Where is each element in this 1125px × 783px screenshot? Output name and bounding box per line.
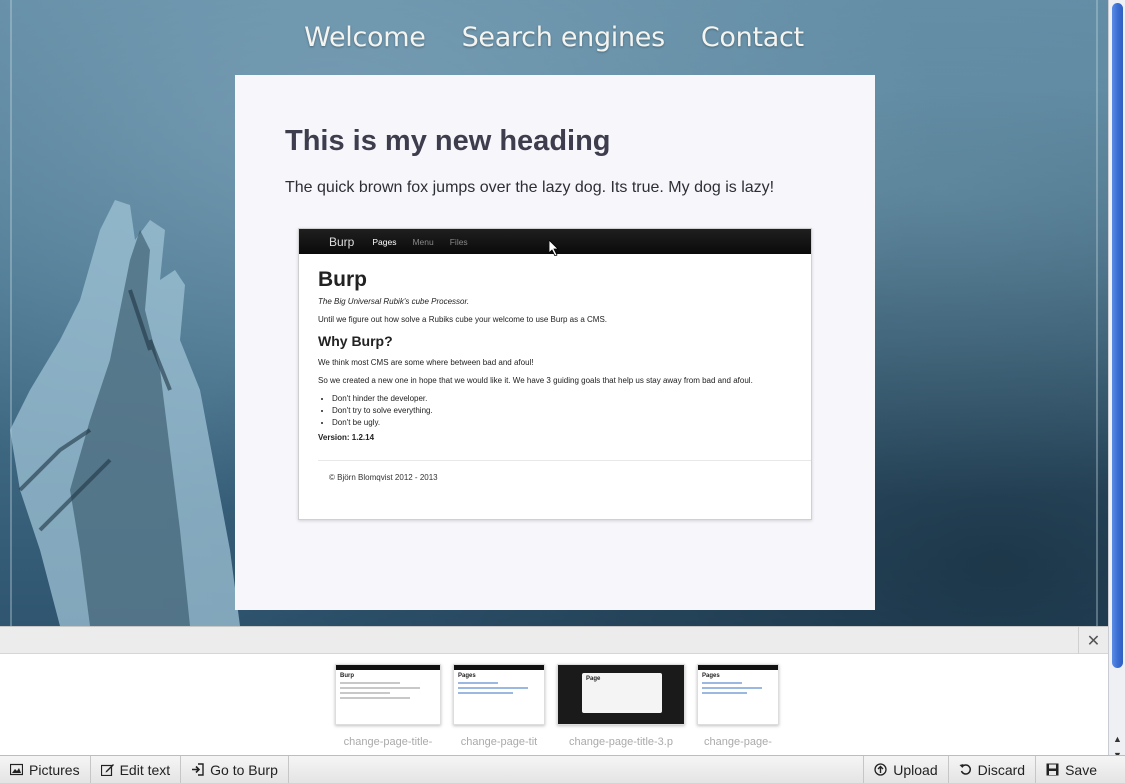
thumbnail-caption: change-page- <box>704 736 772 748</box>
list-item: Don't hinder the developer. <box>332 394 792 403</box>
screenshot-tagline: The Big Universal Rubik's cube Processor… <box>318 297 470 306</box>
praying-hands-illustration <box>10 200 240 626</box>
top-nav: Welcome Search engines Contact <box>0 22 1108 53</box>
thumbnail-image[interactable]: Pages <box>453 664 545 725</box>
save-label: Save <box>1065 761 1097 778</box>
screenshot-goals-list: Don't hinder the developer. Don't try to… <box>332 394 792 427</box>
nav-welcome[interactable]: Welcome <box>304 22 426 53</box>
screenshot-subtitle: Why Burp? <box>318 333 393 349</box>
thumbnail-title: Page <box>586 676 601 682</box>
thumbnail-image[interactable]: Pages <box>697 664 779 725</box>
thumbnail-item[interactable]: Page change-page-title-3.p <box>557 664 685 748</box>
pictures-button[interactable]: Pictures <box>0 756 91 783</box>
thumbnail-image[interactable]: Burp <box>335 664 441 725</box>
screenshot-line3: So we created a new one in hope that we … <box>318 376 753 385</box>
upload-icon <box>874 763 887 776</box>
list-item: Don't be ugly. <box>332 418 792 427</box>
thumbnail-item[interactable]: Burp change-page-title- <box>335 664 441 748</box>
thumbnail-title: Burp <box>340 673 354 679</box>
screenshot-divider <box>318 460 811 461</box>
thumbnail-caption: change-page-title- <box>343 736 433 748</box>
pictures-label: Pictures <box>29 761 80 778</box>
vertical-scrollbar[interactable]: ▲ ▼ <box>1108 0 1125 768</box>
go-to-burp-button[interactable]: Go to Burp <box>181 756 289 783</box>
screenshot-brand: Burp <box>329 234 355 249</box>
background-border-right <box>1096 0 1098 626</box>
screenshot-menu-files: Files <box>449 236 468 247</box>
thumbnail-caption: change-page-title-3.p <box>569 736 673 748</box>
screenshot-menu-pages: Pages <box>372 236 397 247</box>
login-arrow-icon <box>192 763 204 776</box>
go-to-burp-label: Go to Burp <box>210 761 278 778</box>
thumbnail-item[interactable]: Pages change-page-tit <box>453 664 545 748</box>
edit-text-button[interactable]: Edit text <box>91 756 182 783</box>
screenshot-version: Version: 1.2.14 <box>318 433 375 442</box>
upload-button[interactable]: Upload <box>863 756 947 783</box>
scrollbar-thumb[interactable] <box>1112 3 1123 668</box>
bottom-toolbar: Pictures Edit text Go to Burp Upload Dis… <box>0 755 1125 783</box>
edit-text-label: Edit text <box>119 761 171 778</box>
content-card: This is my new heading The quick brown f… <box>235 75 875 610</box>
screenshot-footer: © Björn Blomqvist 2012 - 2013 <box>329 473 438 482</box>
discard-button[interactable]: Discard <box>947 756 1035 783</box>
thumbnail-item[interactable]: Pages change-page- <box>697 664 779 748</box>
thumbnail-image[interactable]: Page <box>557 664 685 725</box>
picture-icon <box>10 763 23 776</box>
embedded-screenshot-image[interactable]: Burp Pages Menu Files Burp The Big Unive… <box>298 228 812 520</box>
thumbnail-dialog: Page <box>582 673 662 713</box>
scroll-up-icon[interactable]: ▲ <box>1109 732 1125 746</box>
undo-icon <box>959 764 971 775</box>
arrow-cursor-icon <box>549 240 559 256</box>
screenshot-line1: Until we figure out how solve a Rubiks c… <box>318 315 608 324</box>
close-icon[interactable]: ✕ <box>1078 627 1108 654</box>
list-item: Don't try to solve everything. <box>332 406 792 415</box>
screenshot-menu-menu: Menu <box>412 236 434 247</box>
discard-label: Discard <box>977 761 1026 778</box>
screenshot-line2: We think most CMS are some where between… <box>318 358 534 367</box>
picture-tray: Burp change-page-title- Pages change-pag… <box>0 654 1108 755</box>
intro-paragraph[interactable]: The quick brown fox jumps over the lazy … <box>285 179 774 197</box>
picture-tray-header: ✕ <box>0 626 1108 654</box>
floppy-disk-icon <box>1046 763 1059 776</box>
thumbnail-title: Pages <box>458 673 476 679</box>
nav-contact[interactable]: Contact <box>701 22 804 53</box>
nav-search-engines[interactable]: Search engines <box>462 22 666 53</box>
upload-label: Upload <box>893 761 938 778</box>
edit-icon <box>100 764 114 776</box>
screenshot-title: Burp <box>318 268 367 291</box>
thumbnail-title: Pages <box>702 673 720 679</box>
page-heading[interactable]: This is my new heading <box>285 125 611 158</box>
thumbnail-caption: change-page-tit <box>460 736 538 748</box>
save-button[interactable]: Save <box>1035 756 1125 783</box>
